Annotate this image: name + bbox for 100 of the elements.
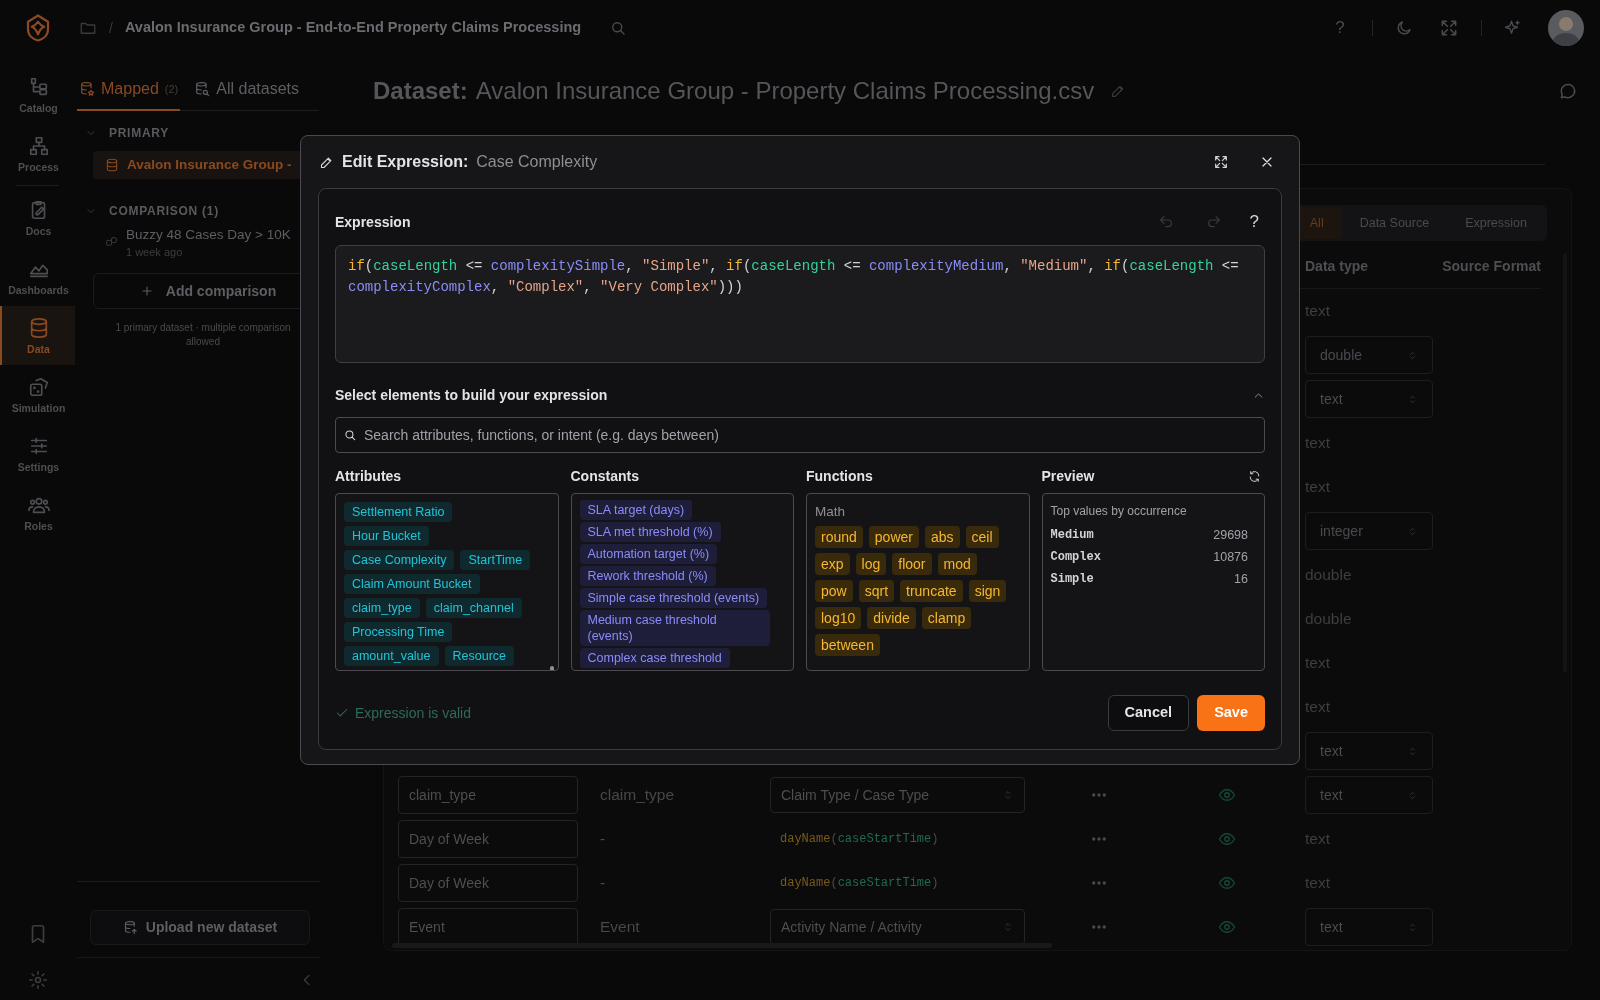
function-chip[interactable]: divide bbox=[867, 607, 916, 630]
column-heading: Functions bbox=[806, 466, 873, 486]
updown-icon bbox=[1407, 745, 1418, 757]
function-chip[interactable]: pow bbox=[815, 580, 853, 603]
source-column: Event bbox=[600, 915, 770, 939]
function-chip[interactable]: abs bbox=[924, 526, 960, 549]
attribute-chip[interactable]: Case Complexity bbox=[344, 550, 455, 570]
cancel-button[interactable]: Cancel bbox=[1107, 695, 1190, 731]
refresh-icon[interactable] bbox=[1248, 469, 1261, 483]
function-chip[interactable]: mod bbox=[937, 553, 977, 576]
constant-chip[interactable]: SLA met threshold (%) bbox=[579, 522, 721, 542]
preview-count: 29698 bbox=[1213, 526, 1248, 544]
search-icon bbox=[343, 428, 357, 442]
preview-value: Complex bbox=[1050, 549, 1101, 566]
function-chip[interactable]: round bbox=[815, 526, 863, 549]
function-chip[interactable]: sqrt bbox=[858, 580, 895, 603]
function-group-label: Math bbox=[815, 503, 846, 521]
function-chip[interactable]: clamp bbox=[921, 607, 972, 630]
database-icon bbox=[105, 158, 119, 172]
comparison-name[interactable]: Buzzy 48 Cases Day > 10K bbox=[126, 225, 291, 245]
expression-editor[interactable]: if(caseLength <= complexitySimple, "Simple", if(caseLength <= complexityMedium, "Medium", if(caseLength <= complexityComplex, "Complex", "Very Complex"))) bbox=[335, 245, 1265, 363]
constant-chip[interactable]: Complex case threshold bbox=[579, 648, 730, 668]
constant-chip[interactable]: Simple case threshold (events) bbox=[579, 588, 768, 608]
mapping-expression: dayName(caseStartTime) bbox=[779, 875, 940, 892]
dataset-title: Avalon Insurance Group - Property Claims Processing.csv bbox=[475, 76, 1095, 106]
section-heading: COMPARISON (1) bbox=[109, 203, 219, 220]
section-label: Expression bbox=[335, 212, 411, 232]
preview-count: 10876 bbox=[1213, 548, 1248, 566]
pencil-icon bbox=[319, 154, 334, 170]
attribute-chip[interactable]: Processing Time bbox=[344, 622, 453, 642]
process-icon bbox=[27, 134, 50, 157]
constant-chip[interactable]: Automation target (%) bbox=[579, 544, 718, 564]
database-star-icon bbox=[79, 81, 95, 97]
preview-value: Simple bbox=[1050, 571, 1094, 588]
breadcrumb-separator: / bbox=[109, 18, 113, 38]
updown-icon bbox=[1407, 393, 1418, 405]
help-button[interactable]: ? bbox=[1249, 209, 1259, 235]
function-chip[interactable]: truncate bbox=[900, 580, 963, 603]
attribute-chip[interactable]: Settlement Ratio bbox=[344, 502, 453, 522]
function-chip[interactable]: ceil bbox=[965, 526, 999, 549]
attribute-chip[interactable]: StartTime bbox=[460, 550, 531, 570]
function-chip[interactable]: exp bbox=[815, 553, 850, 576]
mapping-expression: dayName(caseStartTime) bbox=[779, 831, 940, 848]
section-label: Select elements to build your expression bbox=[335, 385, 608, 405]
column-header: Data type bbox=[1305, 257, 1370, 276]
attribute-chip[interactable]: Claim Amount Bucket bbox=[344, 574, 480, 594]
breadcrumb-title[interactable]: Avalon Insurance Group - End-to-End Property Claims Processing bbox=[124, 16, 582, 39]
expression-code: if(caseLength <= complexitySimple, "Simple", if(caseLength <= complexityMedium, "Medium", if(caseLength <= complexityComplex, "Complex", "Very Complex"))) bbox=[348, 257, 1240, 297]
attribute-chip[interactable]: Resource bbox=[444, 646, 515, 666]
function-chip[interactable]: log bbox=[855, 553, 887, 576]
upload-icon bbox=[122, 920, 138, 935]
source-column: - bbox=[600, 871, 770, 895]
column-heading: Preview bbox=[1041, 466, 1095, 486]
constant-chip[interactable]: Rework threshold (%) bbox=[579, 566, 716, 586]
panel-note: 1 primary dataset · multiple comparison allowed bbox=[114, 321, 292, 349]
eye-icon[interactable] bbox=[1218, 830, 1236, 848]
updown-icon bbox=[1002, 789, 1014, 801]
modal-title: Edit Expression: bbox=[342, 152, 469, 172]
attribute-chip[interactable]: claim_type bbox=[344, 598, 420, 618]
section-heading: PRIMARY bbox=[109, 125, 169, 142]
attribute-chip[interactable]: amount_value bbox=[344, 646, 439, 666]
eye-icon[interactable] bbox=[1218, 918, 1236, 936]
validation-status: Expression is valid bbox=[335, 702, 471, 724]
function-chip[interactable]: sign bbox=[968, 580, 1007, 603]
dataset-tab[interactable]: All datasets bbox=[192, 77, 301, 111]
eye-icon[interactable] bbox=[1218, 874, 1236, 892]
function-chip[interactable]: log10 bbox=[815, 607, 862, 630]
constant-chip[interactable]: Medium case threshold (events) bbox=[579, 610, 770, 646]
function-chip[interactable]: power bbox=[868, 526, 919, 549]
simulation-icon bbox=[27, 375, 50, 398]
updown-icon bbox=[1407, 789, 1418, 801]
updown-icon bbox=[1407, 921, 1418, 933]
link-icon bbox=[105, 235, 118, 248]
search-field[interactable]: Search attributes, functions, or intent (e.g. days between) bbox=[335, 417, 1265, 453]
moon-icon[interactable] bbox=[1395, 18, 1413, 37]
sparkle-icon[interactable] bbox=[1504, 18, 1522, 37]
updown-icon bbox=[1407, 349, 1418, 361]
constant-chip[interactable]: SLA target (days) bbox=[579, 500, 693, 520]
attribute-chip[interactable]: Hour Bucket bbox=[344, 526, 429, 546]
column-heading: Constants bbox=[570, 466, 639, 486]
maximize-icon[interactable] bbox=[1213, 154, 1229, 170]
function-chip[interactable]: between bbox=[815, 634, 880, 657]
dataset-label: Dataset: bbox=[373, 76, 468, 106]
column-heading: Attributes bbox=[335, 466, 402, 486]
attribute-chip[interactable]: claim_channel bbox=[425, 598, 522, 618]
updown-icon bbox=[1407, 525, 1418, 537]
check-icon bbox=[335, 706, 349, 720]
dataset-tab[interactable]: Mapped (2) bbox=[77, 77, 181, 111]
updown-icon bbox=[1002, 921, 1014, 933]
avatar[interactable] bbox=[1548, 9, 1584, 46]
preview-caption: Top values by occurrence bbox=[1050, 503, 1188, 520]
preview-count: 16 bbox=[1234, 570, 1248, 588]
database-search-icon bbox=[194, 81, 211, 97]
eye-icon[interactable] bbox=[1218, 786, 1236, 804]
upload-dataset-button[interactable]: Upload new dataset bbox=[90, 910, 310, 945]
plus-icon bbox=[139, 284, 154, 298]
modal-subtitle: Case Complexity bbox=[476, 152, 598, 172]
function-chip[interactable]: floor bbox=[892, 553, 932, 576]
scrollbar[interactable] bbox=[392, 943, 1052, 948]
comment-icon[interactable] bbox=[1558, 81, 1578, 101]
